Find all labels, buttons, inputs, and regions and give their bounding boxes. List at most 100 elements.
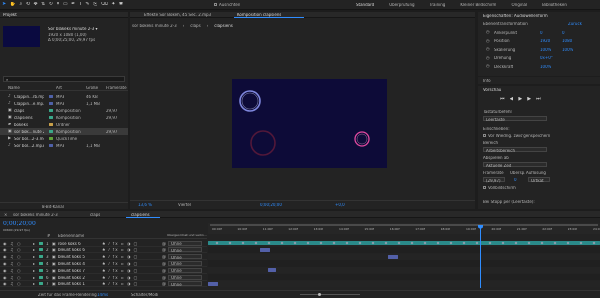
parent-dropdown[interactable]: Ohne [168,254,202,260]
project-item[interactable]: ▶Sor bol...2-3.mov QuickTime [0,135,128,142]
solo-icon[interactable]: ○ [17,269,21,273]
project-item[interactable]: ♪ Clappin...e.mp3 MP3 1,1 MB [0,100,128,107]
expand-chevron-icon[interactable]: ▸ [33,262,35,266]
layer-name[interactable]: bleunt koks 1 [58,282,85,286]
visibility-eye-icon[interactable]: ◉ [3,282,7,286]
puppet-tool-icon[interactable]: ✱ [119,2,123,8]
zoom-dropdown[interactable]: 13,6 % [138,203,152,207]
clone-stamp-tool-icon[interactable]: ⎘ [93,2,97,8]
skip-value[interactable]: 0 [514,178,517,182]
label-color-swatch[interactable] [39,241,43,245]
solo-icon[interactable]: ○ [17,276,21,280]
property-value[interactable]: 1080 [562,39,572,43]
timeline-tab[interactable]: sor bokeks minute 2-3 [13,213,58,217]
preview-tab[interactable]: Vorschau [483,88,501,92]
pan-tool-icon[interactable]: ✥ [33,2,37,8]
layer-switches[interactable]: ♠ ⁄ fx ▫ ◑ ▢ [102,282,138,286]
column-name[interactable]: Name [8,86,20,90]
visibility-eye-icon[interactable]: ◉ [3,276,7,280]
pen-tool-icon[interactable]: ✒ [71,2,75,8]
next-frame-icon[interactable]: ▶ [527,97,531,102]
workspace-tab[interactable]: Original [511,3,527,7]
timeline-tab[interactable]: clapsiens [131,213,150,217]
timeline-timecode[interactable]: 0;00;20;00 [3,221,36,227]
label-color-swatch[interactable] [49,108,53,112]
solo-icon[interactable]: ○ [17,255,21,259]
parent-pickwhip-icon[interactable]: @ [162,282,166,286]
track-row[interactable] [208,274,600,281]
layer-switches[interactable]: ♠ ⁄ fx ▫ ◑ ▢ [102,242,138,246]
timeline-tab[interactable]: claps [90,213,100,217]
cache-checkbox[interactable] [483,134,486,137]
parent-dropdown[interactable]: Ohne [168,247,202,253]
expand-chevron-icon[interactable]: ▸ [33,248,35,252]
project-item[interactable]: ▣ clapsiens Komposition 29,97 [0,114,128,121]
range-dropdown[interactable]: Arbeitsbereich [483,147,547,152]
play-icon[interactable]: ▶ [518,97,522,102]
project-item[interactable]: ♪ Sor bol...2.mp3 MP3 1,1 MB [0,142,128,149]
track-row[interactable] [208,253,600,260]
visibility-eye-icon[interactable]: ◉ [3,255,7,259]
transform-section[interactable]: Ebenentransformation [483,22,528,26]
layer-row[interactable]: ◉ ♫ ○ ▸ 1 ▣ rose koks 6 ♠ ⁄ fx ▫ ◑ ▢ @ Ohne [0,240,207,247]
layer-name[interactable]: bleunt koks 5 [58,255,85,259]
property-value[interactable]: 1920 [540,39,550,43]
parent-dropdown[interactable]: Ohne [168,260,202,266]
property-value[interactable]: 100% [562,48,573,52]
composition-canvas[interactable] [232,79,387,168]
parent-pickwhip-icon[interactable]: @ [162,248,166,252]
audio-icon[interactable]: ♫ [10,262,14,266]
audio-icon[interactable]: ♫ [10,255,14,259]
label-color-swatch[interactable] [49,143,53,147]
roto-brush-tool-icon[interactable]: ✦ [111,2,115,8]
property-value[interactable]: 0 [562,31,565,35]
project-search-input[interactable]: ⌕ [3,76,125,82]
reset-button[interactable]: Zurück [568,22,582,26]
dolly-tool-icon[interactable]: ⇅ [41,2,45,8]
layer-row[interactable]: ◉ ♫ ○ ▸ 3 ▣ bleunt koks 5 ♠ ⁄ fx ▫ ◑ ▢ @ Ohne [0,254,207,261]
parent-dropdown[interactable]: Ohne [168,267,202,273]
layer-duration-bar[interactable] [268,268,276,273]
stopwatch-icon[interactable]: ◷ [486,30,490,34]
info-tab[interactable]: Info [483,79,491,83]
solo-icon[interactable]: ○ [17,248,21,252]
visibility-eye-icon[interactable]: ◉ [3,269,7,273]
parent-dropdown[interactable]: Ohne [168,240,202,246]
expand-chevron-icon[interactable]: ▸ [33,269,35,273]
work-area-bar[interactable] [210,224,598,226]
visibility-eye-icon[interactable]: ◉ [3,248,7,252]
switches-modes-toggle[interactable]: Schalter/Modi [131,293,158,297]
label-color-swatch[interactable] [49,122,53,126]
workspace-tab[interactable]: Bibliotheken [542,3,567,7]
stopwatch-icon[interactable]: ◷ [486,64,490,68]
layer-row[interactable]: ◉ ♫ ○ ▸ 5 ▣ bleunt koks 7 ♠ ⁄ fx ▫ ◑ ▢ @ Ohne [0,267,207,274]
layer-duration-bar[interactable] [260,248,270,252]
label-color-swatch[interactable] [39,261,43,265]
resolution-dropdown[interactable]: Viertel [178,203,191,207]
audio-icon[interactable]: ♫ [10,242,14,246]
project-tab[interactable]: Projekt [3,13,17,17]
layer-name[interactable]: bleunt koks 4 [58,262,85,266]
breadcrumb-item[interactable]: claps [190,24,200,30]
zoom-slider-handle[interactable] [318,293,321,296]
visibility-eye-icon[interactable]: ◉ [3,242,7,246]
layer-duration-bar[interactable] [208,282,218,286]
label-color-swatch[interactable] [49,101,53,105]
framerate-dropdown[interactable]: (29,97) [483,177,505,182]
project-item[interactable]: ▰ bokeks Ordner [0,121,128,128]
workspace-tab[interactable]: Kleiner Bildschirm [460,3,496,7]
play-from-dropdown[interactable]: Aktuelle Zeit [483,162,547,167]
brush-tool-icon[interactable]: ✎ [85,2,89,8]
playhead-line[interactable] [480,225,481,288]
stopwatch-icon[interactable]: ◷ [486,39,490,43]
fullscreen-checkbox[interactable] [483,186,486,189]
label-color-swatch[interactable] [49,115,53,119]
layer-duration-bar[interactable] [388,254,398,259]
timeline-tracks[interactable] [208,240,600,288]
parent-dropdown[interactable]: Ohne [168,274,202,280]
rotate-tool-icon[interactable]: ↻ [49,2,53,8]
effects-tab[interactable]: Effekte Sor Bokeh, 45 Sec. 2.mp3 [144,13,211,17]
label-color-swatch[interactable] [49,136,53,140]
zoom-tool-icon[interactable]: ⌕ [19,2,22,8]
layer-row[interactable]: ◉ ♫ ○ ▸ 2 ▣ bleunt koks 6 ♠ ⁄ fx ▫ ◑ ▢ @ Ohne [0,247,207,254]
